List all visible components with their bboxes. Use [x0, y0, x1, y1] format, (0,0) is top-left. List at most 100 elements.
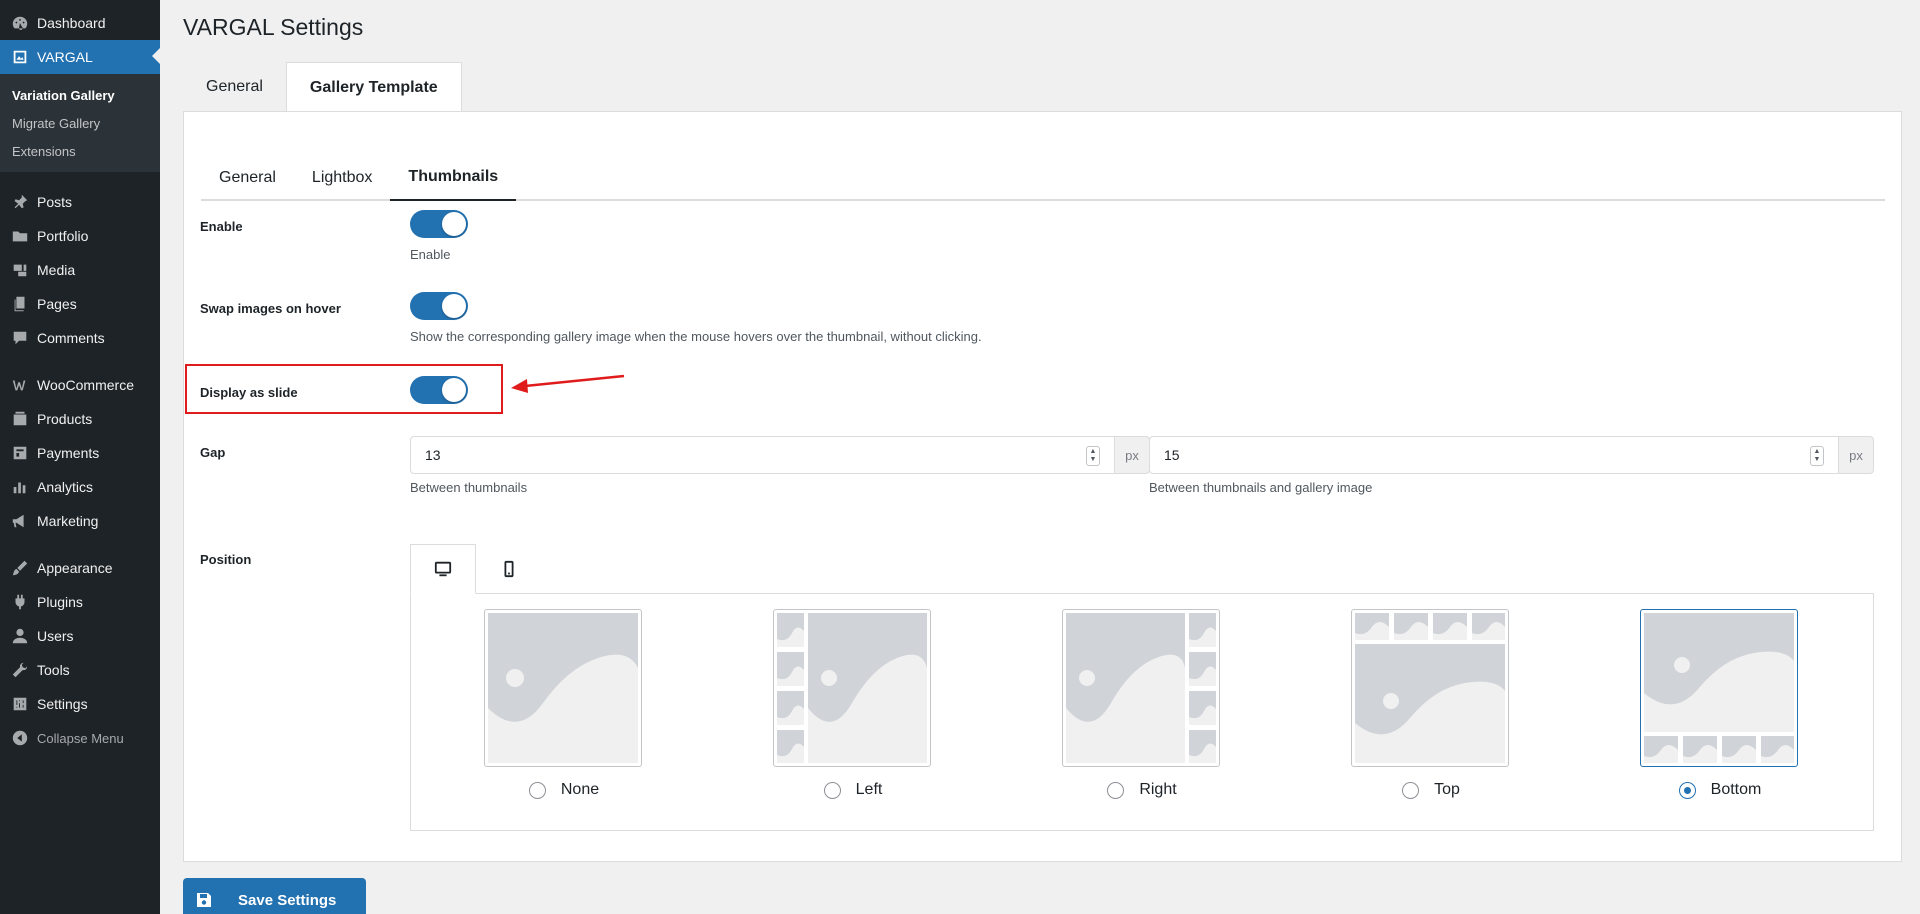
position-option-top: Top: [1351, 609, 1511, 799]
menu-item-settings[interactable]: Settings: [0, 687, 160, 721]
collapse-icon: [10, 728, 30, 748]
pages-icon: [10, 294, 30, 314]
gap-gallery-unit: px: [1838, 436, 1874, 474]
menu-item-portfolio[interactable]: Portfolio: [0, 219, 160, 253]
image-right-thumbs-icon: [1066, 613, 1216, 763]
enable-description: Enable: [410, 247, 451, 262]
menu-label: Marketing: [37, 513, 99, 529]
position-top-preview[interactable]: [1351, 609, 1509, 767]
position-none-radio-label[interactable]: None: [484, 781, 644, 799]
submenu-extensions[interactable]: Extensions: [0, 137, 160, 165]
menu-item-posts[interactable]: Posts: [0, 185, 160, 219]
dashboard-icon: [10, 13, 30, 33]
menu-item-tools[interactable]: Tools: [0, 653, 160, 687]
tab-general[interactable]: General: [183, 62, 286, 112]
gap-gallery-description: Between thumbnails and gallery image: [1149, 480, 1373, 495]
position-none-preview[interactable]: [484, 609, 642, 767]
menu-item-comments[interactable]: Comments: [0, 321, 160, 355]
menu-item-dashboard[interactable]: Dashboard: [0, 6, 160, 40]
mobile-icon: [504, 560, 514, 578]
menu-label: Media: [37, 262, 76, 278]
position-option-bottom: Bottom: [1640, 609, 1800, 799]
analytics-icon: [10, 477, 30, 497]
gap-thumbnails-input[interactable]: 13 ▲ ▼: [410, 436, 1114, 474]
gap-gallery-input[interactable]: 15 ▲ ▼: [1149, 436, 1838, 474]
swap-images-toggle[interactable]: [410, 292, 468, 320]
menu-item-media[interactable]: Media: [0, 253, 160, 287]
annotation-arrow-icon: [511, 374, 625, 393]
menu-label: Tools: [37, 662, 70, 678]
mobile-tab[interactable]: [476, 544, 542, 594]
position-left-radio[interactable]: [823, 781, 841, 799]
vargal-submenu: Variation Gallery Migrate Gallery Extens…: [0, 74, 160, 172]
gap-gallery-spinner[interactable]: ▲ ▼: [1810, 446, 1824, 466]
menu-item-vargal[interactable]: VARGAL: [0, 40, 160, 74]
tab-gallery-template[interactable]: Gallery Template: [285, 62, 462, 112]
position-right-radio[interactable]: [1107, 781, 1125, 799]
position-top-radio-label[interactable]: Top: [1351, 781, 1511, 799]
gap-label: Gap: [200, 445, 226, 460]
position-bottom-radio-label[interactable]: Bottom: [1640, 781, 1800, 799]
menu-label: Posts: [37, 194, 73, 210]
position-right-preview[interactable]: [1062, 609, 1220, 767]
subtab-thumbnails[interactable]: Thumbnails: [390, 154, 517, 201]
position-bottom-text: Bottom: [1710, 781, 1762, 798]
menu-label: Appearance: [37, 560, 113, 576]
media-icon: [10, 260, 30, 280]
image-placeholder-icon: [488, 613, 638, 763]
submenu-variation-gallery[interactable]: Variation Gallery: [0, 81, 160, 109]
menu-label: Payments: [37, 445, 100, 461]
menu-item-payments[interactable]: Payments: [0, 436, 160, 470]
enable-label: Enable: [200, 219, 243, 234]
position-left-radio-label[interactable]: Left: [773, 781, 933, 799]
gap-thumbnails-unit: px: [1114, 436, 1150, 474]
main-content: VARGAL Settings General Gallery Template…: [160, 0, 1920, 914]
swap-images-description: Show the corresponding gallery image whe…: [410, 329, 982, 344]
subtab-general[interactable]: General: [201, 154, 294, 201]
menu-item-woocommerce[interactable]: WooCommerce: [0, 368, 160, 402]
position-option-none: None: [484, 609, 644, 799]
menu-item-products[interactable]: Products: [0, 402, 160, 436]
image-bottom-thumbs-icon: [1644, 613, 1794, 763]
menu-label: Settings: [37, 696, 88, 712]
save-settings-button[interactable]: Save Settings: [183, 878, 366, 914]
subtab-lightbox[interactable]: Lightbox: [294, 154, 391, 201]
pin-icon: [10, 192, 30, 212]
menu-item-pages[interactable]: Pages: [0, 287, 160, 321]
menu-label: Products: [37, 411, 93, 427]
desktop-tab[interactable]: [410, 544, 476, 594]
image-left-thumbs-icon: [777, 613, 927, 763]
swap-images-label: Swap images on hover: [200, 301, 341, 316]
desktop-icon: [434, 561, 452, 577]
gap-gallery-value: 15: [1164, 447, 1180, 463]
position-bottom-radio[interactable]: [1678, 781, 1696, 799]
position-top-radio[interactable]: [1402, 781, 1420, 799]
menu-label: WooCommerce: [37, 377, 134, 393]
inner-tabs: General Lightbox Thumbnails: [201, 154, 1885, 201]
position-left-preview[interactable]: [773, 609, 931, 767]
position-right-radio-label[interactable]: Right: [1062, 781, 1222, 799]
gap-thumbnails-spinner[interactable]: ▲ ▼: [1086, 446, 1100, 466]
collapse-menu-button[interactable]: Collapse Menu: [0, 721, 160, 755]
payments-icon: [10, 443, 30, 463]
menu-label: Portfolio: [37, 228, 89, 244]
menu-item-appearance[interactable]: Appearance: [0, 551, 160, 585]
plug-icon: [10, 592, 30, 612]
enable-toggle[interactable]: [410, 210, 468, 238]
menu-label: Comments: [37, 330, 105, 346]
menu-item-marketing[interactable]: Marketing: [0, 504, 160, 538]
position-label: Position: [200, 552, 252, 567]
menu-item-plugins[interactable]: Plugins: [0, 585, 160, 619]
position-none-radio[interactable]: [528, 781, 546, 799]
page-title: VARGAL Settings: [183, 14, 364, 40]
save-settings-label: Save Settings: [238, 891, 337, 909]
menu-item-analytics[interactable]: Analytics: [0, 470, 160, 504]
menu-label: Pages: [37, 296, 77, 312]
submenu-migrate-gallery[interactable]: Migrate Gallery: [0, 109, 160, 137]
annotation-highlight-box: [185, 364, 503, 414]
products-icon: [10, 409, 30, 429]
floppy-disk-icon: [197, 893, 211, 907]
position-bottom-preview[interactable]: [1640, 609, 1798, 767]
brush-icon: [10, 558, 30, 578]
menu-item-users[interactable]: Users: [0, 619, 160, 653]
